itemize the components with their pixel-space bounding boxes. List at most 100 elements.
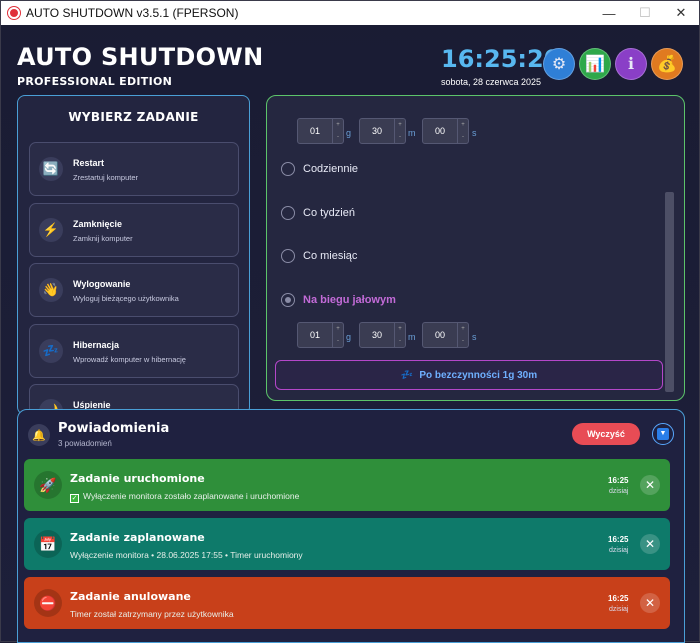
task-shutdown[interactable]: ⚡ Zamknięcie Zamknij komputer bbox=[29, 203, 239, 257]
task-hibernate[interactable]: 💤 Hibernacja Wprowadź komputer w hiberna… bbox=[29, 324, 239, 378]
chevron-down-icon: ▼ bbox=[657, 428, 669, 440]
dismiss-button[interactable]: ✕ bbox=[640, 534, 660, 554]
wave-hand-icon: 👋 bbox=[39, 278, 63, 302]
seconds-stepper[interactable]: 00 + - bbox=[422, 118, 469, 144]
idle-seconds-value: 00 bbox=[434, 330, 445, 340]
dismiss-button[interactable]: ✕ bbox=[640, 475, 660, 495]
close-button[interactable]: ✕ bbox=[663, 1, 699, 25]
collapse-button[interactable]: ▼ bbox=[652, 423, 674, 445]
lightning-icon: ⚡ bbox=[39, 218, 63, 242]
radio-idle[interactable]: Na biegu jałowym bbox=[281, 293, 396, 307]
clock-time: 16:25:20 bbox=[441, 45, 561, 73]
seconds-unit: s bbox=[472, 128, 477, 138]
stepper-arrows[interactable]: + - bbox=[332, 323, 343, 347]
stepper-arrows[interactable]: + - bbox=[457, 119, 468, 143]
chart-icon: 📊 bbox=[585, 56, 605, 73]
schedule-panel: 01 + - g 30 + - m 00 + - s Codziennie Co ty… bbox=[266, 95, 685, 401]
task-panel-heading: WYBIERZ ZADANIE bbox=[68, 110, 199, 124]
bell-icon: 🔔 bbox=[28, 424, 50, 446]
idle-seconds-unit: s bbox=[472, 332, 477, 342]
task-desc: Zamknij komputer bbox=[73, 234, 133, 243]
notifications-panel: 🔔 Powiadomienia 3 powiadomień Wyczyść ▼ … bbox=[17, 409, 685, 643]
minimize-button[interactable]: — bbox=[591, 1, 627, 25]
notification-card: 🚀 Zadanie uruchomione ✓ Wyłączenie monito… bbox=[24, 459, 670, 511]
radio-weekly[interactable]: Co tydzień bbox=[281, 206, 355, 220]
notification-title: Zadanie anulowane bbox=[70, 590, 191, 603]
app-title: AUTO SHUTDOWN bbox=[17, 43, 264, 71]
task-panel: WYBIERZ ZADANIE 🔄 Restart Zrestartuj kom… bbox=[17, 95, 250, 415]
radio-circle[interactable] bbox=[281, 162, 295, 176]
notification-day: dzisiaj bbox=[609, 606, 629, 613]
stepper-arrows[interactable]: + - bbox=[394, 323, 405, 347]
gear-icon: ⚙ bbox=[551, 56, 567, 73]
stepper-arrows[interactable]: + - bbox=[394, 119, 405, 143]
minutes-unit: m bbox=[408, 128, 416, 138]
idle-minutes-stepper[interactable]: 30 + - bbox=[359, 322, 406, 348]
brand: AUTO SHUTDOWN PROFESSIONAL EDITION bbox=[17, 43, 263, 88]
scrollbar[interactable] bbox=[665, 192, 674, 392]
dismiss-button[interactable]: ✕ bbox=[640, 593, 660, 613]
stats-button[interactable]: 📊 bbox=[579, 48, 611, 80]
idle-hours-value: 01 bbox=[309, 330, 320, 340]
clock-date: sobota, 28 czerwca 2025 bbox=[441, 77, 542, 87]
checkmark-icon: ✓ bbox=[70, 494, 79, 503]
task-name: Wylogowanie bbox=[73, 279, 131, 289]
task-name: Zamknięcie bbox=[73, 219, 123, 229]
notification-card: 📅 Zadanie zaplanowane Wyłączenie monitor… bbox=[24, 518, 670, 570]
notification-title: Zadanie zaplanowane bbox=[70, 531, 205, 544]
sleep-icon: 💤 bbox=[400, 369, 414, 381]
info-icon: ℹ bbox=[627, 56, 635, 73]
hours-stepper[interactable]: 01 + - bbox=[297, 118, 344, 144]
radio-label: Codziennie bbox=[303, 163, 359, 175]
hours-unit: g bbox=[346, 128, 352, 138]
idle-minutes-value: 30 bbox=[371, 330, 382, 340]
radio-label: Co tydzień bbox=[303, 207, 355, 219]
clear-button[interactable]: Wyczyść bbox=[572, 423, 640, 445]
idle-minutes-unit: m bbox=[408, 332, 416, 342]
radio-label: Co miesiąc bbox=[303, 250, 358, 262]
notification-card: ⛔ Zadanie anulowane Timer został zatrzym… bbox=[24, 577, 670, 629]
radio-daily[interactable]: Codziennie bbox=[281, 162, 358, 176]
sleep-icon: 💤 bbox=[39, 339, 63, 363]
stepper-arrows[interactable]: + - bbox=[332, 119, 343, 143]
notification-time: 16:25 bbox=[608, 476, 629, 485]
seconds-value: 00 bbox=[434, 126, 445, 136]
notification-message: Timer został zatrzymany przez użytkownik… bbox=[70, 609, 234, 619]
radio-circle[interactable] bbox=[281, 293, 295, 307]
idle-summary-label: Po bezczynności 1g 30m bbox=[419, 369, 538, 381]
radio-label: Na biegu jałowym bbox=[303, 294, 396, 306]
notification-day: dzisiaj bbox=[609, 547, 629, 554]
calendar-icon: 📅 bbox=[34, 530, 62, 558]
notification-message: Wyłączenie monitora • 28.06.2025 17:55 •… bbox=[70, 550, 303, 560]
idle-seconds-stepper[interactable]: 00 + - bbox=[422, 322, 469, 348]
notifications-title: Powiadomienia bbox=[58, 421, 170, 436]
title-bar: AUTO SHUTDOWN v3.5.1 (FPERSON) — ☐ ✕ bbox=[1, 1, 699, 25]
task-name: Hibernacja bbox=[73, 340, 120, 350]
radio-circle[interactable] bbox=[281, 206, 295, 220]
stop-icon: ⛔ bbox=[34, 589, 62, 617]
idle-summary-button[interactable]: 💤 Po bezczynności 1g 30m bbox=[275, 360, 663, 390]
notification-title: Zadanie uruchomione bbox=[70, 472, 205, 485]
task-desc: Wyloguj bieżącego użytkownika bbox=[73, 294, 179, 303]
task-desc: Zrestartuj komputer bbox=[73, 173, 139, 182]
idle-hours-stepper[interactable]: 01 + - bbox=[297, 322, 344, 348]
stepper-arrows[interactable]: + - bbox=[457, 323, 468, 347]
money-bag-icon: 💰 bbox=[657, 56, 677, 73]
notifications-count: 3 powiadomień bbox=[58, 439, 112, 448]
radio-monthly[interactable]: Co miesiąc bbox=[281, 249, 357, 263]
minutes-stepper[interactable]: 30 + - bbox=[359, 118, 406, 144]
info-button[interactable]: ℹ bbox=[615, 48, 647, 80]
idle-hours-unit: g bbox=[346, 332, 352, 342]
notification-day: dzisiaj bbox=[609, 488, 629, 495]
maximize-button[interactable]: ☐ bbox=[627, 1, 663, 25]
notification-time: 16:25 bbox=[608, 594, 629, 603]
notification-message: ✓ Wyłączenie monitora zostało zaplanowane… bbox=[70, 491, 300, 503]
task-restart[interactable]: 🔄 Restart Zrestartuj komputer bbox=[29, 142, 239, 196]
radio-circle[interactable] bbox=[281, 249, 295, 263]
task-logout[interactable]: 👋 Wylogowanie Wyloguj bieżącego użytkown… bbox=[29, 263, 239, 317]
task-desc: Wprowadź komputer w hibernację bbox=[73, 355, 186, 364]
rocket-icon: 🚀 bbox=[34, 471, 62, 499]
donate-button[interactable]: 💰 bbox=[651, 48, 683, 80]
settings-button[interactable]: ⚙ bbox=[543, 48, 575, 80]
refresh-icon: 🔄 bbox=[39, 157, 63, 181]
